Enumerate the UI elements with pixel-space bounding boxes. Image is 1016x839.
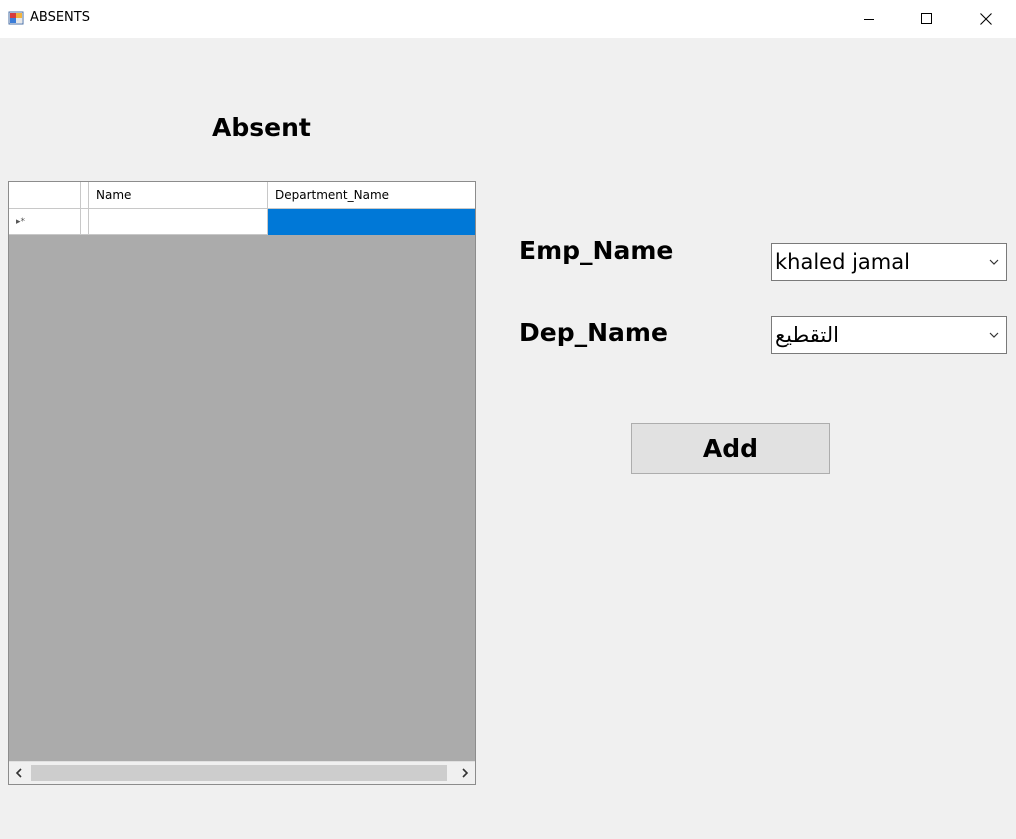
column-header-spacer: [81, 182, 89, 208]
maximize-icon: [921, 13, 932, 24]
dep-name-label: Dep_Name: [519, 318, 668, 347]
emp-name-label: Emp_Name: [519, 236, 674, 265]
window-title: ABSENTS: [30, 10, 90, 25]
scroll-left-button[interactable]: [9, 762, 29, 784]
cell-department-name-selected[interactable]: [268, 209, 475, 235]
column-header-department-name[interactable]: Department_Name: [268, 182, 475, 208]
row-spacer-cell: [81, 209, 89, 235]
cell-name[interactable]: [89, 209, 268, 235]
minimize-icon: [864, 19, 874, 20]
row-header-corner[interactable]: [9, 182, 81, 208]
close-button[interactable]: [957, 0, 1015, 38]
close-icon: [980, 13, 992, 25]
title-bar: ABSENTS: [0, 0, 1016, 38]
dep-name-value: التقطيع: [775, 323, 839, 347]
chevron-left-icon: [15, 768, 22, 778]
app-icon: [8, 11, 24, 25]
form-heading: Absent: [212, 113, 311, 142]
scroll-thumb[interactable]: [31, 765, 447, 781]
emp-name-combobox[interactable]: khaled jamal: [771, 243, 1007, 281]
row-header-new-row-indicator[interactable]: ▸*: [9, 209, 81, 235]
minimize-button[interactable]: [840, 0, 898, 38]
chevron-down-icon[interactable]: [988, 330, 1000, 340]
maximize-button[interactable]: [898, 0, 956, 38]
dep-name-combobox[interactable]: التقطيع: [771, 316, 1007, 354]
absent-data-grid[interactable]: Name Department_Name ▸*: [8, 181, 476, 785]
table-row[interactable]: ▸*: [9, 209, 475, 235]
scroll-right-button[interactable]: [455, 762, 475, 784]
add-button[interactable]: Add: [631, 423, 830, 474]
grid-header-row: Name Department_Name: [9, 182, 475, 209]
emp-name-value: khaled jamal: [775, 250, 910, 274]
chevron-right-icon: [462, 768, 469, 778]
column-header-name[interactable]: Name: [89, 182, 268, 208]
chevron-down-icon[interactable]: [988, 257, 1000, 267]
horizontal-scrollbar[interactable]: [9, 761, 475, 784]
